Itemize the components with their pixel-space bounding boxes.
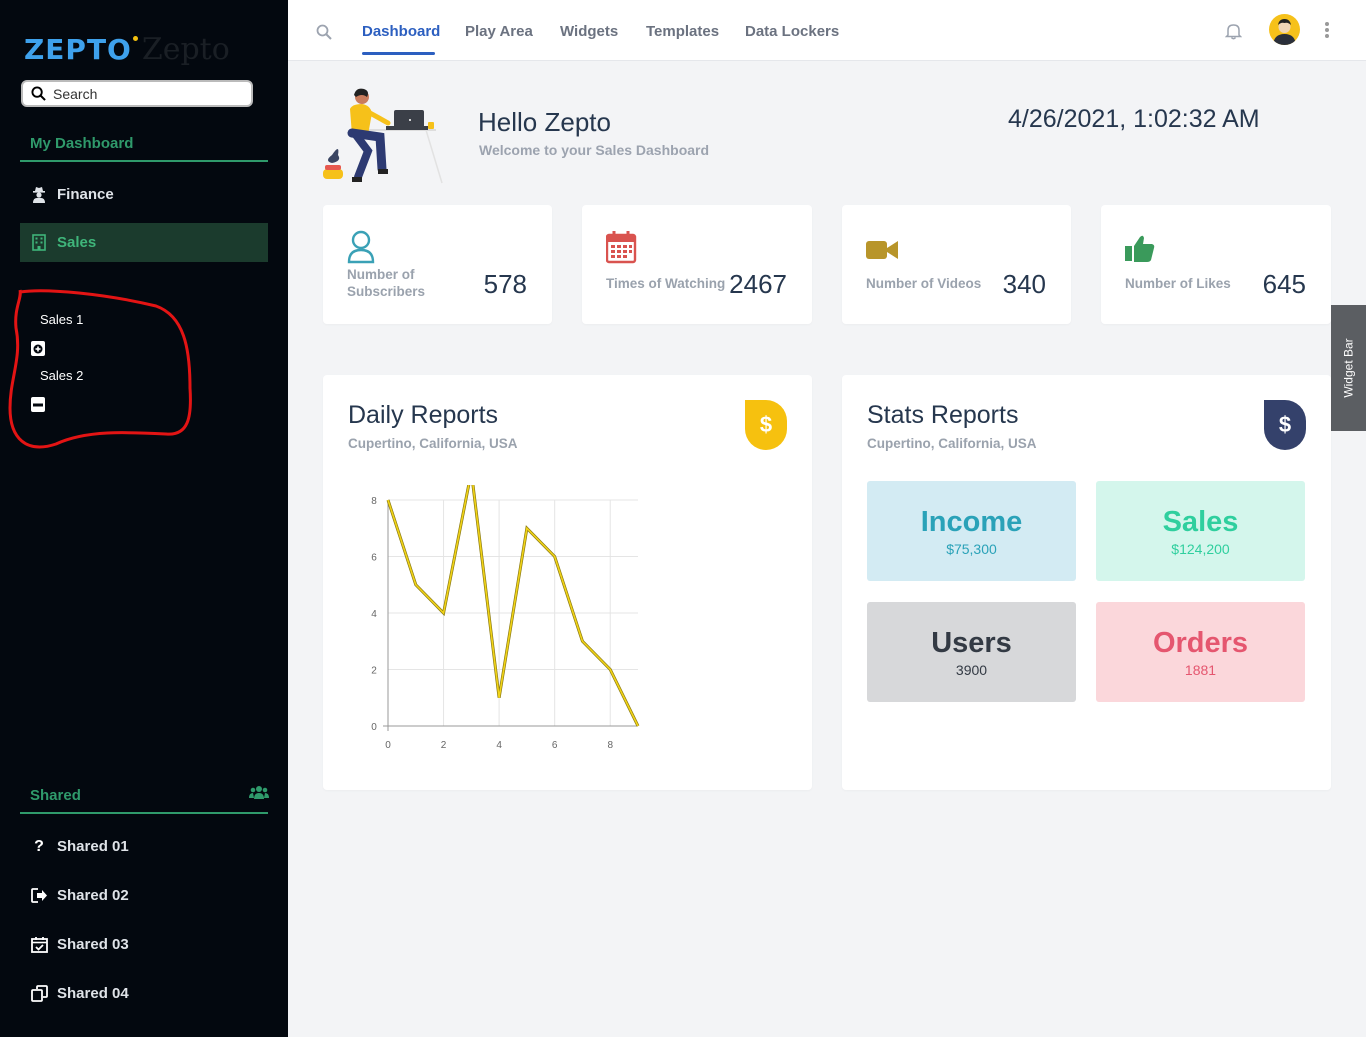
avatar[interactable] <box>1269 14 1300 45</box>
plus-square-icon[interactable] <box>31 341 45 356</box>
sidebar-item-shared-02[interactable]: Shared 02 <box>20 876 268 915</box>
search-input[interactable] <box>53 85 233 102</box>
daily-reports-title: Daily Reports <box>348 401 499 429</box>
tile-value: $75,300 <box>946 540 997 557</box>
daily-reports-location: Cupertino, California, USA <box>348 436 518 451</box>
active-tab-indicator <box>362 52 435 55</box>
sidebar-item-label: Shared 03 <box>57 936 129 953</box>
x-tick-label: 4 <box>496 740 502 751</box>
tile-income[interactable]: Income $75,300 <box>867 481 1076 581</box>
sidebar-search[interactable] <box>21 80 253 107</box>
user-icon <box>347 230 375 264</box>
sidebar-item-shared-01[interactable]: ? Shared 01 <box>20 827 268 866</box>
y-tick-label: 4 <box>371 609 377 620</box>
top-navbar: Dashboard Play Area Widgets Templates Da… <box>288 0 1366 61</box>
stat-value: 340 <box>1002 269 1046 299</box>
x-tick-label: 2 <box>441 740 447 751</box>
tab-dashboard[interactable]: Dashboard <box>362 23 440 40</box>
dollar-icon[interactable]: $ <box>745 400 787 450</box>
widget-bar-label: Widget Bar <box>1341 338 1356 398</box>
question-icon: ? <box>34 837 44 855</box>
stat-value: 645 <box>1262 269 1306 299</box>
tab-play-area[interactable]: Play Area <box>465 23 533 40</box>
logo-dot-icon <box>132 36 138 41</box>
search-icon[interactable] <box>316 24 332 40</box>
video-icon <box>866 241 898 259</box>
tile-orders[interactable]: Orders 1881 <box>1096 602 1305 702</box>
y-tick-label: 2 <box>371 666 377 677</box>
series-line-outline <box>386 485 640 727</box>
tab-data-lockers[interactable]: Data Lockers <box>745 23 839 40</box>
logo[interactable]: ZEPTO Zepto <box>24 32 230 67</box>
sign-out-icon <box>30 887 48 905</box>
sidebar-item-label: Sales <box>57 234 97 251</box>
greeting: Hello Zepto <box>478 107 611 137</box>
tile-name: Income <box>920 505 1023 538</box>
sidebar-item-label: Shared 02 <box>57 887 129 904</box>
stat-label: Number of Likes <box>1125 276 1231 291</box>
calendar-check-icon <box>30 936 48 954</box>
sidebar-item-label: Finance <box>57 186 114 203</box>
working-person-illustration <box>323 88 443 184</box>
stat-card-likes[interactable]: Number of Likes 645 <box>1101 205 1331 324</box>
tile-value: $124,200 <box>1171 540 1230 557</box>
thumbs-up-icon <box>1125 235 1155 262</box>
shared-heading[interactable]: Shared <box>20 787 268 814</box>
tile-name: Users <box>931 626 1012 659</box>
dollar-icon[interactable]: $ <box>1264 400 1306 450</box>
x-tick-label: 8 <box>607 740 613 751</box>
y-tick-label: 8 <box>371 496 377 507</box>
stats-reports-location: Cupertino, California, USA <box>867 436 1037 451</box>
logo-text: ZEPTO <box>24 33 132 66</box>
my-dashboard-heading[interactable]: My Dashboard <box>20 135 268 162</box>
y-tick-label: 6 <box>371 553 377 564</box>
tile-name: Orders <box>1152 626 1249 659</box>
tile-value: 3900 <box>955 661 988 678</box>
building-icon <box>30 234 48 252</box>
users-group-icon[interactable] <box>249 784 269 801</box>
stat-label: Times of Watching <box>606 276 726 291</box>
sidebar-item-shared-04[interactable]: Shared 04 <box>20 974 268 1013</box>
minus-square-icon[interactable] <box>31 397 45 412</box>
daily-reports-card: Daily Reports Cupertino, California, USA… <box>323 375 812 790</box>
stat-card-videos[interactable]: Number of Videos 340 <box>842 205 1071 324</box>
tile-sales[interactable]: Sales $124,200 <box>1096 481 1305 581</box>
stat-label: Number of Videos <box>866 276 982 291</box>
sidebar-item-label: Shared 04 <box>57 985 129 1002</box>
stat-value: 2467 <box>729 269 787 299</box>
sidebar-item-finance[interactable]: Finance <box>20 175 268 214</box>
user-secret-icon <box>30 186 48 204</box>
y-tick-label: 0 <box>371 722 377 733</box>
stat-card-watching[interactable]: Times of Watching 2467 <box>582 205 812 324</box>
stat-value: 578 <box>483 269 527 299</box>
current-datetime: 4/26/2021, 1:02:32 AM <box>1008 105 1260 133</box>
bell-icon[interactable] <box>1225 22 1242 40</box>
x-tick-label: 6 <box>552 740 558 751</box>
daily-line-chart: 0 2 4 6 8 0 2 4 6 8 <box>371 485 640 751</box>
stats-reports-title: Stats Reports <box>867 401 1019 429</box>
sidebar-item-sales[interactable]: Sales <box>20 223 268 262</box>
widget-bar-toggle[interactable]: Widget Bar <box>1331 305 1366 431</box>
logo-ghost-text: Zepto <box>141 32 230 67</box>
stats-reports-card: Stats Reports Cupertino, California, USA… <box>842 375 1331 790</box>
copy-icon <box>30 985 48 1003</box>
sub-item-sales-1[interactable]: Sales 1 <box>40 312 83 327</box>
sub-item-sales-2[interactable]: Sales 2 <box>40 368 83 383</box>
tile-name: Sales <box>1162 505 1239 538</box>
stat-card-subscribers[interactable]: Number of Subscribers 578 <box>323 205 552 324</box>
sidebar: ZEPTO Zepto My Dashboard Finance Sales S… <box>0 0 288 1037</box>
red-annotation-outline <box>8 289 192 449</box>
sidebar-item-shared-03[interactable]: Shared 03 <box>20 925 268 964</box>
tile-users[interactable]: Users 3900 <box>867 602 1076 702</box>
more-options-icon[interactable] <box>1324 22 1329 38</box>
stat-label: Number of Subscribers <box>347 267 426 299</box>
sidebar-item-label: Shared 01 <box>57 838 129 855</box>
tab-widgets[interactable]: Widgets <box>560 23 618 40</box>
calendar-icon <box>606 231 637 264</box>
tile-value: 1881 <box>1184 661 1217 678</box>
x-tick-label: 0 <box>385 740 391 751</box>
tab-templates[interactable]: Templates <box>646 23 719 40</box>
search-icon <box>31 86 46 101</box>
welcome-subtitle: Welcome to your Sales Dashboard <box>479 142 710 158</box>
